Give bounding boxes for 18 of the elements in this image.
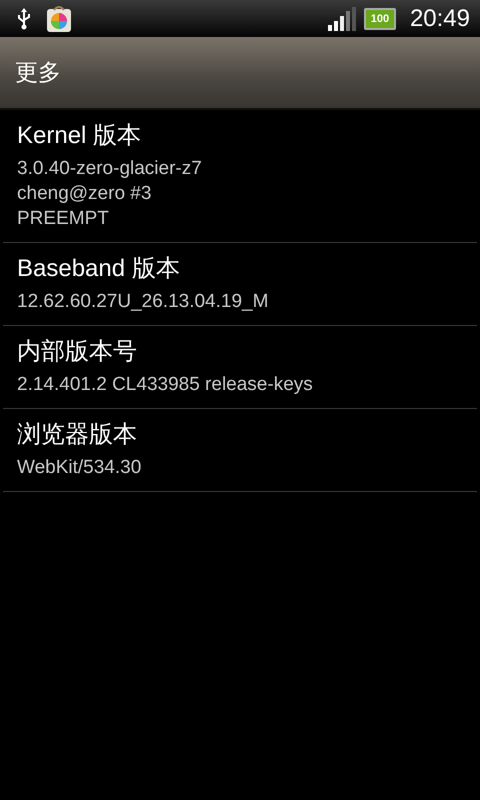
info-row[interactable]: Baseband 版本 12.62.60.27U_26.13.04.19_M: [3, 243, 477, 326]
row-value: 2.14.401.2 CL433985 release-keys: [17, 373, 314, 397]
info-row[interactable]: Kernel 版本 3.0.40-zero-glacier-z7 cheng@zero #3 PREEMPT: [3, 110, 477, 243]
usb-icon: [16, 8, 32, 30]
row-value: 12.62.60.27U_26.13.04.19_M: [17, 290, 270, 314]
row-value: WebKit/534.30: [17, 456, 142, 480]
row-title: 内部版本号: [17, 337, 138, 367]
row-title: 浏览器版本: [17, 420, 138, 450]
info-row[interactable]: 浏览器版本 WebKit/534.30: [3, 409, 477, 492]
battery-icon: 100: [364, 8, 396, 30]
app-icon[interactable]: [46, 4, 72, 32]
row-title: Baseband 版本: [17, 254, 181, 284]
row-value: 3.0.40-zero-glacier-z7 cheng@zero #3 PREEMPT: [17, 157, 203, 231]
clock-time: 20:49: [410, 4, 470, 32]
screen-title: 更多: [15, 59, 61, 88]
signal-icon: [328, 6, 356, 30]
info-row[interactable]: 内部版本号 2.14.401.2 CL433985 release-keys: [3, 326, 477, 409]
row-title: Kernel 版本: [17, 121, 142, 151]
